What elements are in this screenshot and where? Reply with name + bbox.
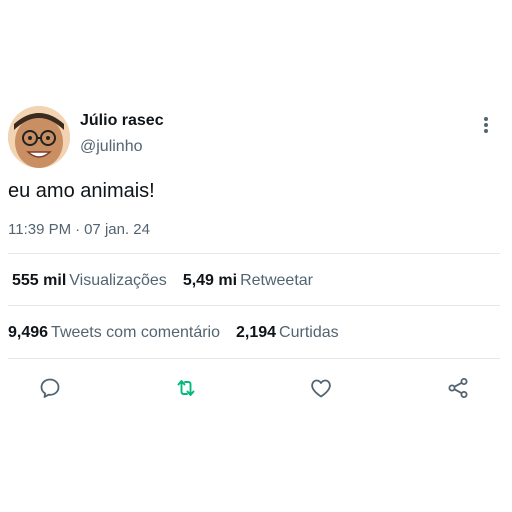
stats-row-views-retweets: 555 mil Visualizações 5,49 mi Retweetar [12, 272, 313, 290]
quote-tweets-label: Tweets com comentário [51, 324, 220, 341]
tweet-time: 11:39 PM [8, 221, 72, 238]
author-handle[interactable]: @julinho [80, 138, 143, 156]
tweet-text: eu amo animais! [8, 180, 155, 202]
divider [8, 305, 500, 306]
divider [8, 253, 500, 254]
stats-row-quotes-likes: 9,496 Tweets com comentário 2,194 Curtidas [8, 324, 339, 342]
retweets-count: 5,49 mi [182, 272, 238, 289]
retweet-button[interactable] [172, 374, 200, 402]
views-count: 555 mil [12, 272, 67, 289]
reply-icon [40, 378, 60, 398]
quote-tweets-stat[interactable]: 9,496 Tweets com comentário [8, 324, 220, 342]
author-name[interactable]: Júlio rasec [80, 112, 164, 130]
more-options-icon[interactable] [476, 115, 496, 139]
like-icon [311, 379, 331, 398]
share-button[interactable] [444, 374, 472, 402]
avatar[interactable] [8, 106, 70, 168]
likes-count: 2,194 [236, 324, 277, 341]
views-stat[interactable]: 555 mil Visualizações [12, 272, 167, 290]
reply-button[interactable] [36, 374, 64, 402]
avatar-image [8, 106, 70, 168]
share-icon [448, 378, 468, 398]
likes-stat[interactable]: 2,194 Curtidas [236, 324, 339, 342]
separator-dot: · [75, 221, 81, 238]
views-label: Visualizações [69, 272, 167, 289]
quote-tweets-count: 9,496 [8, 324, 49, 341]
like-button[interactable] [307, 374, 335, 402]
tweet-date: 07 jan. 24 [84, 221, 150, 238]
tweet-timestamp[interactable]: 11:39 PM · 07 jan. 24 [8, 221, 150, 238]
retweets-label: Retweetar [240, 272, 313, 289]
retweet-icon [177, 380, 195, 396]
divider [8, 358, 500, 359]
retweets-stat[interactable]: 5,49 mi Retweetar [183, 272, 313, 290]
likes-label: Curtidas [279, 324, 339, 341]
